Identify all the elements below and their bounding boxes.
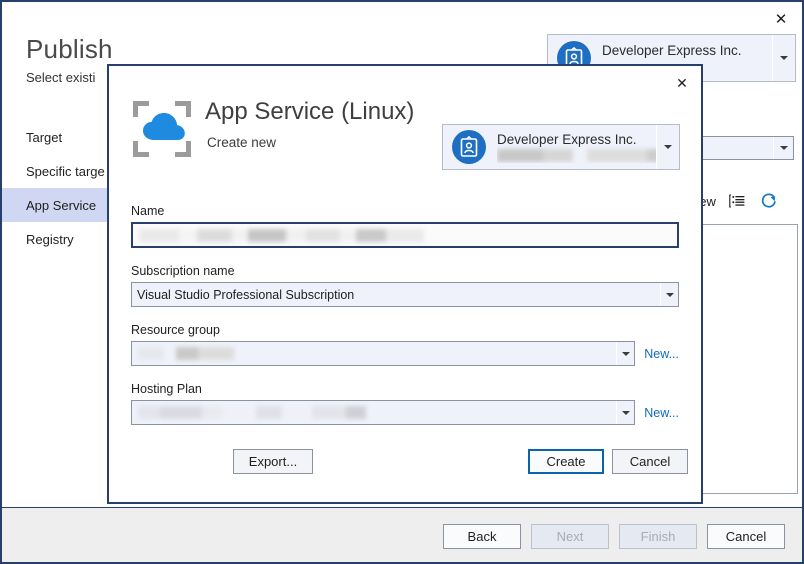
account-name: Developer Express Inc. [497,132,637,147]
hosting-plan-combobox[interactable] [131,400,636,425]
sidebar-item-target[interactable]: Target [2,120,115,154]
background-results-panel [694,224,798,494]
account-selector-dialog[interactable]: Developer Express Inc. [442,124,680,170]
name-field-label: Name [131,204,165,218]
combobox-arrow[interactable] [773,137,793,159]
window-close-icon[interactable]: ✕ [766,6,796,32]
new-hosting-plan-link[interactable]: New... [644,406,679,420]
sidebar-item-label: Target [26,129,63,145]
publish-footer: Back Next Finish Cancel [2,507,802,562]
name-value-redacted [133,224,424,246]
hosting-plan-field-label: Hosting Plan [131,382,202,396]
hosting-plan-field-row: New... [109,400,701,425]
chevron-down-icon [780,56,788,60]
background-combobox[interactable] [694,136,794,160]
sidebar-item-registry[interactable]: Registry [2,222,115,256]
dialog-cancel-button[interactable]: Cancel [612,449,688,474]
app-service-cloud-icon [130,97,194,161]
combobox-arrow[interactable] [616,342,634,365]
wizard-buttons: Back Next Finish Cancel [443,524,785,549]
account-badge-icon [452,130,486,164]
cancel-button[interactable]: Cancel [707,524,785,549]
combobox-arrow[interactable] [660,283,678,306]
sidebar-item-label: Registry [26,231,74,247]
dialog-header: App Service (Linux) Create new Developer… [109,92,701,170]
finish-button: Finish [619,524,697,549]
name-input[interactable] [131,222,679,248]
create-app-service-form: Name Subscription name Visual Studio Pro… [109,204,701,441]
sidebar-item-app-service[interactable]: App Service [2,188,115,222]
refresh-icon[interactable] [758,190,780,212]
page-subtitle: Select existi [26,70,96,85]
account-name: Developer Express Inc. [602,42,742,58]
chevron-down-icon [665,292,674,297]
subscription-value: Visual Studio Professional Subscription [137,287,355,302]
resource-group-field-row: New... [109,341,701,366]
create-app-service-dialog: ✕ App Service (Linux) Create new Develop… [107,64,703,504]
list-view-icon[interactable] [726,190,748,212]
account-dropdown-arrow[interactable] [656,125,679,169]
sidebar-item-specific-target[interactable]: Specific targe [2,154,115,188]
account-email-redacted [497,148,656,163]
chevron-down-icon [621,351,630,356]
resource-group-combobox[interactable] [131,341,636,366]
next-button: Next [531,524,609,549]
subscription-combobox[interactable]: Visual Studio Professional Subscription [131,282,679,307]
chevron-down-icon [779,146,788,150]
dialog-footer: Export... Create Cancel [109,440,701,502]
dialog-subtitle: Create new [207,135,277,150]
chevron-down-icon [664,145,672,149]
create-button[interactable]: Create [528,449,604,474]
name-field-row [109,222,701,248]
subscription-field-label: Subscription name [131,264,235,278]
sidebar-item-label: Specific targe [26,163,105,179]
chevron-down-icon [621,410,630,415]
subscription-field-row: Visual Studio Professional Subscription [109,282,701,307]
page-title: Publish [26,34,113,64]
combobox-arrow[interactable] [616,401,634,424]
new-resource-group-link[interactable]: New... [644,347,679,361]
background-toolbar: new [692,188,780,214]
sidebar-item-label: App Service [26,197,97,213]
account-dropdown-arrow[interactable] [772,35,795,81]
account-text-block: Developer Express Inc. [497,131,656,163]
screenshot-root: ✕ Publish Select existi Target Specific … [0,0,804,564]
publish-nav-list: Target Specific targe App Service Regist… [2,120,115,256]
resource-group-field-label: Resource group [131,323,220,337]
export-button[interactable]: Export... [233,449,313,474]
dialog-title: App Service (Linux) [205,98,415,125]
back-button[interactable]: Back [443,524,521,549]
